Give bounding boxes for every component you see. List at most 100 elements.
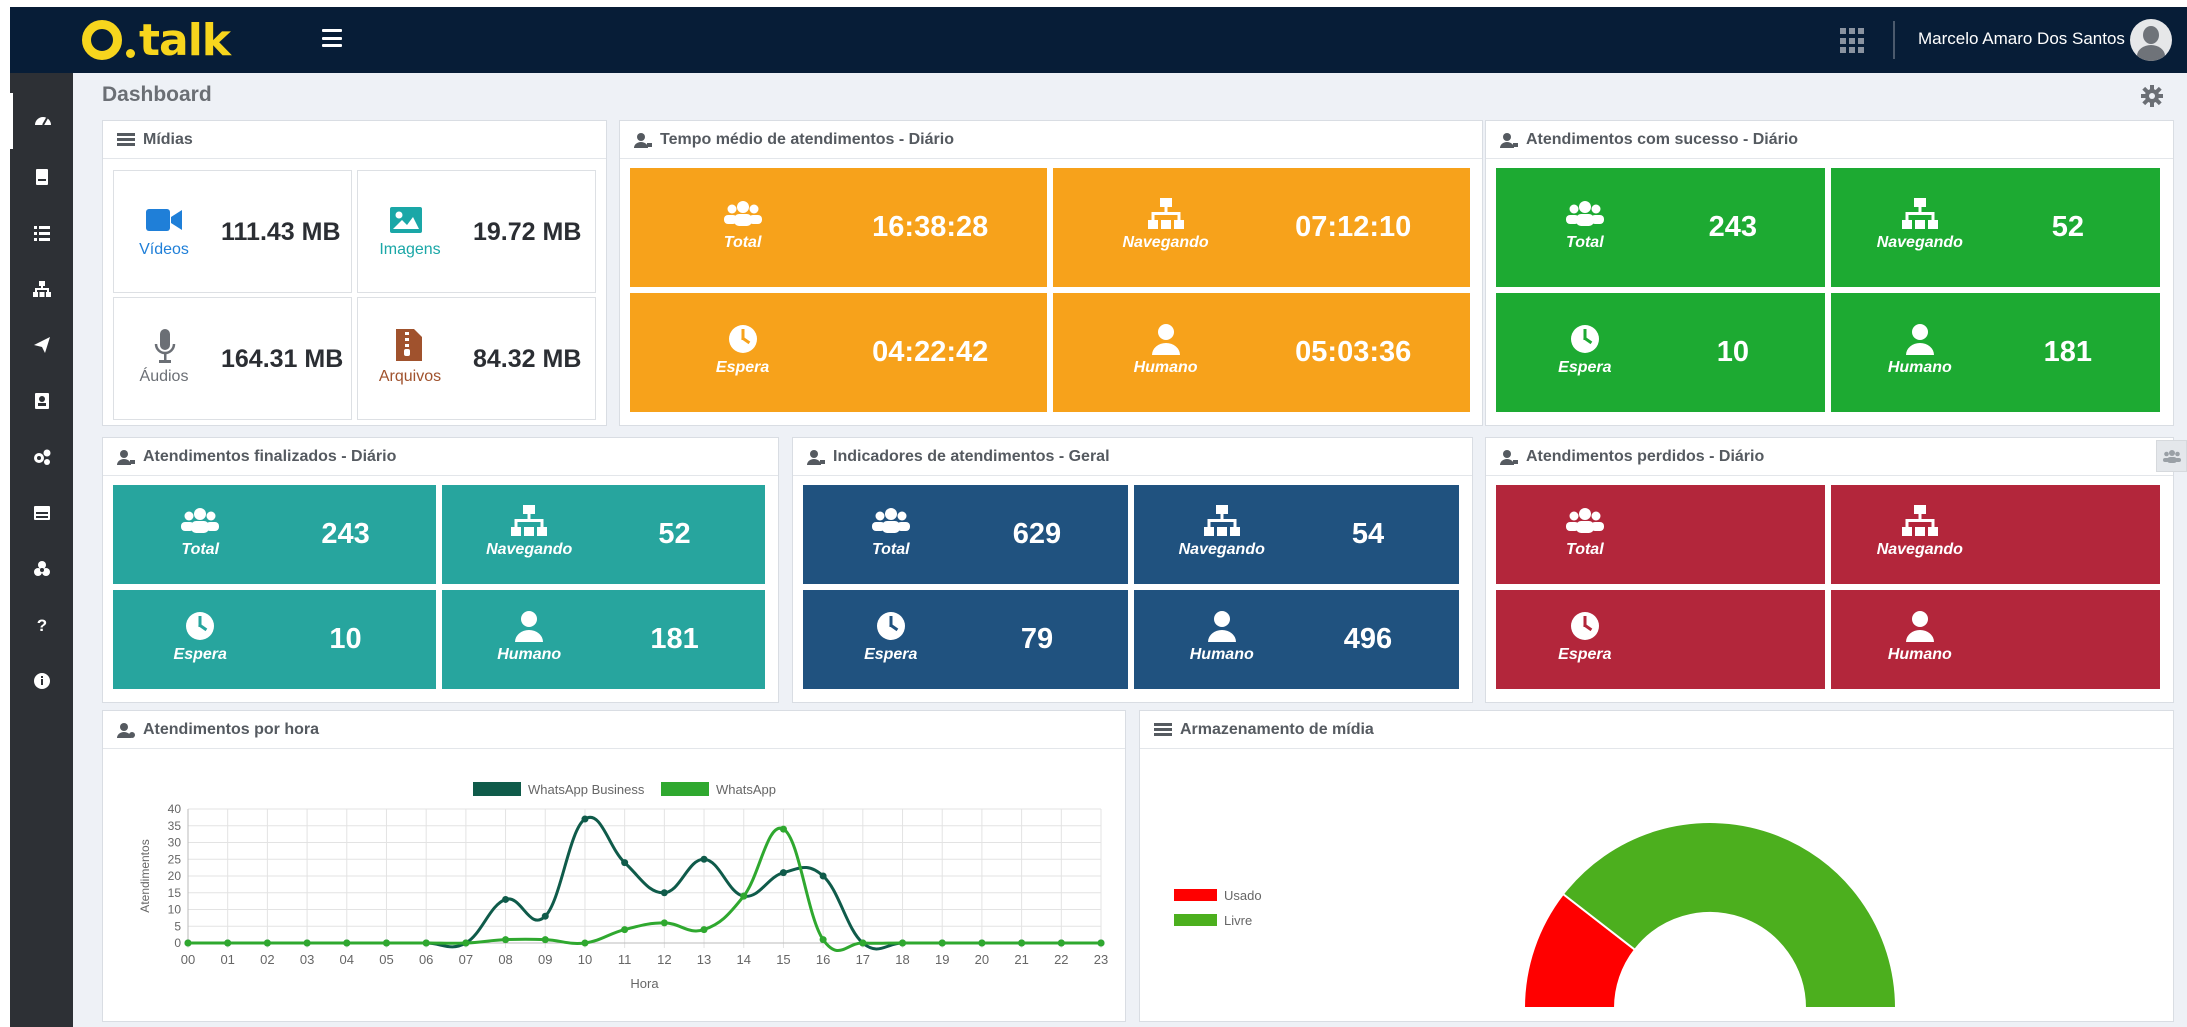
tile-label: Espera bbox=[1558, 645, 1612, 663]
tile-label: Total bbox=[1566, 540, 1604, 558]
x-tick-label: 07 bbox=[459, 952, 473, 967]
microphone-icon bbox=[154, 329, 176, 363]
sidebar-item-store[interactable] bbox=[10, 485, 73, 541]
x-tick-label: 15 bbox=[776, 952, 790, 967]
finalizados-header: Atendimentos finalizados - Diário bbox=[103, 438, 778, 476]
data-point-1-23 bbox=[1097, 939, 1105, 947]
y-tick-label: 15 bbox=[168, 886, 182, 900]
panel-title: Atendimentos por hora bbox=[143, 720, 320, 738]
tempo-tile-espera: Espera 04:22:42 bbox=[630, 293, 1047, 412]
panel-title: Indicadores de atendimentos - Geral bbox=[833, 447, 1110, 465]
tile-label: Humano bbox=[497, 645, 562, 663]
sidebar-item-dashboard[interactable] bbox=[10, 93, 73, 149]
panel-title: Armazenamento de mídia bbox=[1180, 720, 1374, 738]
tile-value: 496 bbox=[1343, 622, 1393, 655]
media-value: 164.31 MB bbox=[221, 345, 344, 373]
sidebar-item-info[interactable] bbox=[10, 653, 73, 709]
x-tick-label: 00 bbox=[181, 952, 195, 967]
sidebar-item-settings[interactable] bbox=[10, 429, 73, 485]
y-tick-label: 20 bbox=[168, 869, 182, 883]
sitemap-icon bbox=[1203, 504, 1240, 536]
tile-value: 07:12:10 bbox=[1295, 210, 1412, 243]
finalizados-panel: Atendimentos finalizados - Diário Total 24… bbox=[102, 437, 779, 703]
user-tag-icon bbox=[117, 449, 135, 465]
por-hora-panel: Atendimentos por hora 0 5 10 15 20 25 30 35 40 00… bbox=[102, 710, 1126, 1022]
y-tick-label: 35 bbox=[168, 819, 182, 833]
sucesso-tile-humano: Humano 181 bbox=[1831, 293, 2160, 412]
x-tick-label: 12 bbox=[657, 952, 671, 967]
midias-panel: Mídias Vídeos 111.43 MB Imagens 19.72 MB… bbox=[102, 120, 607, 426]
media-label: Vídeos bbox=[139, 241, 189, 258]
panel-title: Mídias bbox=[143, 130, 193, 148]
sidebar-item-send[interactable] bbox=[10, 317, 73, 373]
data-point-1-21 bbox=[1018, 939, 1026, 947]
data-point-1-5 bbox=[382, 939, 390, 947]
user-tag-icon bbox=[1500, 449, 1518, 465]
tile-label: Navegando bbox=[1876, 540, 1963, 558]
x-tick-label: 23 bbox=[1094, 952, 1108, 967]
apps-grid-icon[interactable] bbox=[1840, 28, 1866, 54]
sitemap-icon bbox=[1901, 197, 1938, 229]
data-point-1-0 bbox=[184, 939, 192, 947]
indicadores-panel: Indicadores de atendimentos - Geral Total… bbox=[792, 437, 1473, 703]
menu-toggle-icon[interactable] bbox=[322, 29, 342, 47]
tile-label: Humano bbox=[1887, 358, 1952, 376]
legend-label-1: WhatsApp bbox=[716, 782, 776, 797]
users-icon bbox=[181, 507, 220, 533]
tile-label: Total bbox=[181, 540, 220, 558]
x-axis-title: Hora bbox=[630, 976, 659, 991]
panel-title: Tempo médio de atendimentos - Diário bbox=[660, 130, 954, 148]
tile-value: 181 bbox=[2043, 335, 2093, 368]
x-tick-label: 17 bbox=[856, 952, 870, 967]
x-tick-label: 08 bbox=[498, 952, 512, 967]
media-videos: Vídeos 111.43 MB bbox=[113, 170, 352, 293]
y-tick-label: 30 bbox=[168, 836, 182, 850]
x-tick-label: 13 bbox=[697, 952, 711, 967]
data-point-0-11 bbox=[621, 859, 629, 867]
brand-logo[interactable]: talk bbox=[82, 15, 231, 66]
legend-label-0: WhatsApp Business bbox=[528, 782, 645, 797]
media-value: 84.32 MB bbox=[473, 345, 582, 373]
sidebar-item-help[interactable]: ? bbox=[10, 597, 73, 653]
users-icon bbox=[871, 507, 910, 533]
x-tick-label: 01 bbox=[220, 952, 234, 967]
gear-icon[interactable] bbox=[2140, 84, 2164, 108]
y-tick-label: 40 bbox=[168, 802, 182, 816]
x-tick-label: 14 bbox=[737, 952, 751, 967]
panel-title: Atendimentos com sucesso - Diário bbox=[1526, 130, 1799, 148]
data-point-1-7 bbox=[462, 939, 470, 947]
users-icon bbox=[2163, 450, 2181, 463]
indicadores-tile-espera: Espera 79 bbox=[803, 590, 1128, 689]
y-tick-label: 10 bbox=[168, 903, 182, 917]
user-tag-icon bbox=[1500, 132, 1518, 148]
data-point-1-8 bbox=[502, 936, 510, 944]
data-point-1-22 bbox=[1057, 939, 1065, 947]
legend-swatch-0 bbox=[1174, 889, 1217, 901]
tile-value: 79 bbox=[1020, 622, 1054, 655]
x-tick-label: 09 bbox=[538, 952, 552, 967]
data-point-1-11 bbox=[621, 926, 629, 934]
video-camera-icon bbox=[146, 209, 182, 231]
perdidos-header: Atendimentos perdidos - Diário bbox=[1486, 438, 2173, 476]
user-name[interactable]: Marcelo Amaro Dos Santos bbox=[1918, 29, 2125, 49]
clock-icon bbox=[728, 324, 757, 353]
chat-users-tab[interactable] bbox=[2156, 440, 2187, 472]
server-icon bbox=[117, 132, 135, 146]
indicadores-tile-humano: Humano 496 bbox=[1134, 590, 1459, 689]
data-point-0-16 bbox=[819, 872, 827, 880]
page-title: Dashboard bbox=[102, 83, 212, 106]
data-point-0-15 bbox=[779, 869, 787, 877]
avatar[interactable] bbox=[2130, 19, 2172, 61]
sidebar-item-sitemap[interactable] bbox=[10, 261, 73, 317]
sidebar-item-list[interactable] bbox=[10, 205, 73, 261]
data-point-1-3 bbox=[303, 939, 311, 947]
sidebar-item-integrations[interactable] bbox=[10, 541, 73, 597]
tile-label: Navegando bbox=[486, 540, 573, 558]
indicadores-tile-total: Total 629 bbox=[803, 485, 1128, 584]
sidebar-item-contacts[interactable] bbox=[10, 373, 73, 429]
sucesso-header: Atendimentos com sucesso - Diário bbox=[1486, 121, 2173, 159]
users-icon bbox=[1565, 507, 1604, 533]
sidebar-item-book[interactable] bbox=[10, 149, 73, 205]
data-point-0-12 bbox=[660, 889, 668, 897]
tile-value: 181 bbox=[650, 622, 699, 655]
